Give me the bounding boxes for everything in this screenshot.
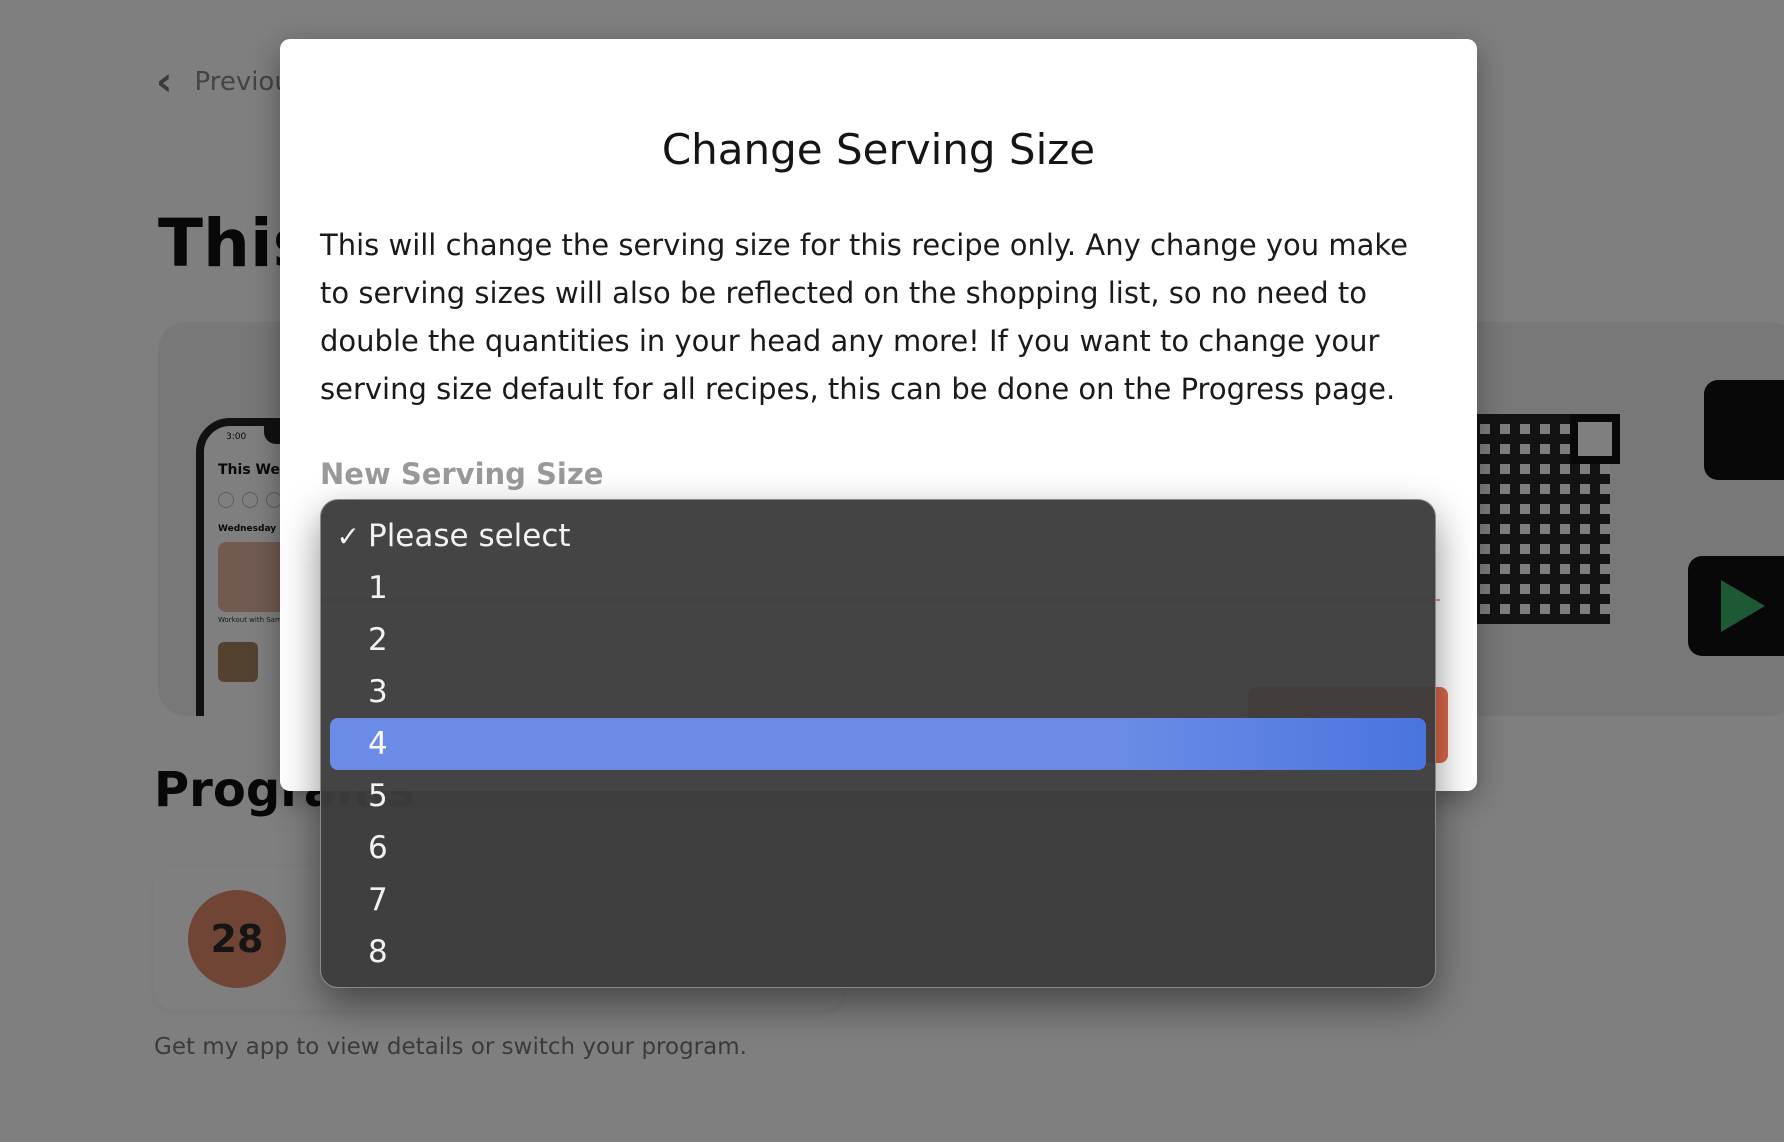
option-label: 3 xyxy=(368,674,388,710)
option-label: 5 xyxy=(368,778,388,814)
serving-size-label: New Serving Size xyxy=(320,457,604,491)
option-label: Please select xyxy=(368,518,571,554)
serving-size-dropdown: ✓ Please select 1 2 3 4 5 6 7 8 xyxy=(320,499,1436,988)
dropdown-option-8[interactable]: 8 xyxy=(330,926,1426,978)
option-label: 7 xyxy=(368,882,388,918)
dropdown-option-5[interactable]: 5 xyxy=(330,770,1426,822)
dropdown-option-3[interactable]: 3 xyxy=(330,666,1426,718)
option-label: 2 xyxy=(368,622,388,658)
dropdown-option-7[interactable]: 7 xyxy=(330,874,1426,926)
option-label: 4 xyxy=(368,726,388,762)
option-label: 1 xyxy=(368,570,388,606)
dropdown-option-please-select[interactable]: ✓ Please select xyxy=(330,510,1426,562)
modal-title: Change Serving Size xyxy=(661,125,1096,174)
modal-description: This will change the serving size for th… xyxy=(320,228,1409,406)
dropdown-option-4[interactable]: 4 xyxy=(330,718,1426,770)
checkmark-icon: ✓ xyxy=(336,519,360,553)
option-label: 8 xyxy=(368,934,388,970)
dropdown-option-6[interactable]: 6 xyxy=(330,822,1426,874)
dropdown-option-1[interactable]: 1 xyxy=(330,562,1426,614)
option-label: 6 xyxy=(368,830,388,866)
dropdown-option-2[interactable]: 2 xyxy=(330,614,1426,666)
